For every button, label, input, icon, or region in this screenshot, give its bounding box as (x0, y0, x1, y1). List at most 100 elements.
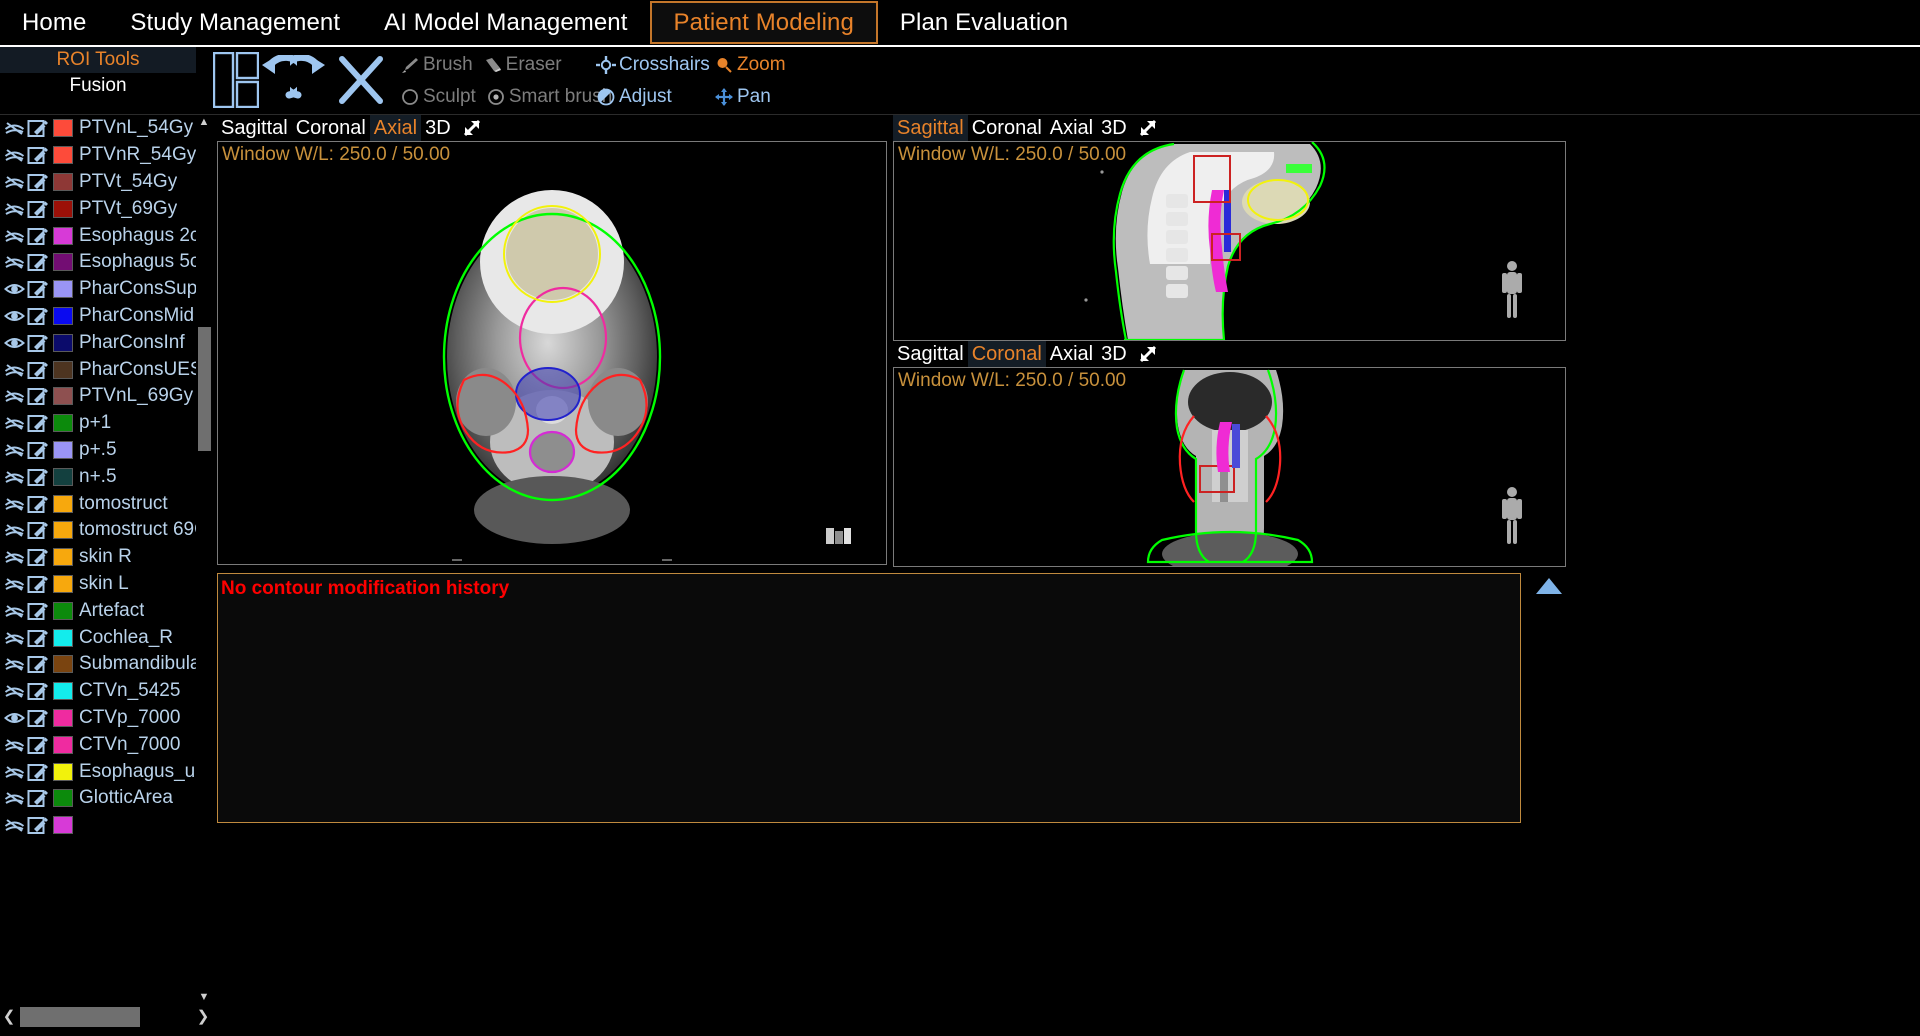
roi-list[interactable]: PTVnL_54Gy PTVnR_54Gy PTVt_54Gy PTVt_69Gy Es… (0, 115, 196, 1005)
coronal-tab-axial[interactable]: Axial (1046, 341, 1097, 367)
edit-pencil-icon[interactable] (27, 226, 49, 246)
roi-list-item[interactable]: Cochlea_R (0, 624, 196, 651)
eye-hidden-icon[interactable] (4, 495, 25, 513)
eye-hidden-icon[interactable] (4, 253, 25, 271)
eye-hidden-icon[interactable] (4, 521, 25, 539)
edit-pencil-icon[interactable] (27, 788, 49, 808)
roi-color-swatch[interactable] (53, 280, 73, 299)
eye-hidden-icon[interactable] (4, 602, 25, 620)
roi-color-swatch[interactable] (53, 146, 73, 165)
close-x-icon[interactable] (337, 55, 385, 110)
eye-hidden-icon[interactable] (4, 441, 25, 459)
eye-hidden-icon[interactable] (4, 789, 25, 807)
tab-roi-tools[interactable]: ROI Tools (0, 47, 196, 73)
tool-brush[interactable]: Brush (400, 54, 473, 76)
expand-arrows-icon[interactable] (1137, 343, 1159, 365)
tool-adjust[interactable]: Adjust (596, 86, 672, 108)
axial-tab-axial[interactable]: Axial (369, 115, 422, 141)
roi-list-item[interactable]: PTVt_54Gy (0, 169, 196, 196)
roi-list-item[interactable]: PTVnL_69Gy (0, 383, 196, 410)
edit-pencil-icon[interactable] (27, 815, 49, 835)
edit-pencil-icon[interactable] (27, 279, 49, 299)
roi-color-swatch[interactable] (53, 521, 73, 540)
edit-pencil-icon[interactable] (27, 547, 49, 567)
edit-pencil-icon[interactable] (27, 708, 49, 728)
roi-list-item[interactable]: CTVn_5425 (0, 678, 196, 705)
roi-list-item[interactable]: GlotticArea (0, 785, 196, 812)
eye-hidden-icon[interactable] (4, 736, 25, 754)
roi-color-swatch[interactable] (53, 119, 73, 138)
eye-hidden-icon[interactable] (4, 200, 25, 218)
roi-color-swatch[interactable] (53, 253, 73, 272)
eye-hidden-icon[interactable] (4, 361, 25, 379)
roi-list-item[interactable]: CTVp_7000 (0, 705, 196, 732)
roi-color-swatch[interactable] (53, 762, 73, 781)
roi-list-item[interactable]: PTVnL_54Gy (0, 115, 196, 142)
roi-color-swatch[interactable] (53, 199, 73, 218)
edit-pencil-icon[interactable] (27, 199, 49, 219)
roi-list-item[interactable] (0, 812, 196, 839)
tool-eraser[interactable]: Eraser (483, 54, 562, 76)
roi-color-swatch[interactable] (53, 574, 73, 593)
roi-color-swatch[interactable] (53, 789, 73, 808)
axial-tab-3d[interactable]: 3D (421, 115, 455, 141)
sagittal-tab-sagittal[interactable]: Sagittal (893, 115, 968, 141)
eye-hidden-icon[interactable] (4, 414, 25, 432)
roi-color-swatch[interactable] (53, 708, 73, 727)
sagittal-tab-coronal[interactable]: Coronal (968, 115, 1046, 141)
edit-pencil-icon[interactable] (27, 735, 49, 755)
roi-list-item[interactable]: p+.5 (0, 437, 196, 464)
eye-hidden-icon[interactable] (4, 763, 25, 781)
edit-pencil-icon[interactable] (27, 440, 49, 460)
tool-zoom[interactable]: Zoom (714, 54, 786, 76)
eye-hidden-icon[interactable] (4, 575, 25, 593)
roi-list-item[interactable]: PharConsUES (0, 356, 196, 383)
edit-pencil-icon[interactable] (27, 681, 49, 701)
axial-image-canvas[interactable]: Window W/L: 250.0 / 50.00 (217, 141, 887, 565)
triangle-up-icon[interactable] (1535, 575, 1563, 597)
edit-pencil-icon[interactable] (27, 118, 49, 138)
roi-list-item[interactable]: tomostruct 69Gy (0, 517, 196, 544)
roi-list-item[interactable]: PTVt_69Gy (0, 195, 196, 222)
roi-list-item[interactable]: PharConsSup (0, 276, 196, 303)
roi-color-swatch[interactable] (53, 306, 73, 325)
eye-hidden-icon[interactable] (4, 655, 25, 673)
tool-sculpt[interactable]: Sculpt (400, 86, 476, 108)
roi-list-item[interactable]: PharConsInf (0, 329, 196, 356)
coronal-image-canvas[interactable]: Window W/L: 250.0 / 50.00 (893, 367, 1566, 567)
roi-list-item[interactable]: skin L (0, 571, 196, 598)
roi-color-swatch[interactable] (53, 333, 73, 352)
nav-item-patient-modeling[interactable]: Patient Modeling (649, 1, 878, 44)
axial-tab-sagittal[interactable]: Sagittal (217, 115, 292, 141)
chevron-left-icon[interactable]: ❮ (0, 1005, 18, 1029)
sagittal-tab-3d[interactable]: 3D (1097, 115, 1131, 141)
roi-list-item[interactable]: Esophagus 2cm (0, 222, 196, 249)
edit-pencil-icon[interactable] (27, 360, 49, 380)
roi-color-swatch[interactable] (53, 816, 73, 835)
roi-list-item[interactable]: Esophagus 5cm (0, 249, 196, 276)
roi-color-swatch[interactable] (53, 467, 73, 486)
scrollbar-track[interactable] (196, 130, 212, 990)
eye-hidden-icon[interactable] (4, 468, 25, 486)
chevron-right-icon[interactable]: ❯ (194, 1005, 212, 1029)
edit-pencil-icon[interactable] (27, 306, 49, 326)
eye-visible-icon[interactable] (3, 709, 26, 727)
eye-hidden-icon[interactable] (4, 816, 25, 834)
sagittal-image-canvas[interactable]: Window W/L: 250.0 / 50.00 (893, 141, 1566, 341)
redo-icon[interactable] (279, 53, 342, 110)
roi-list-item[interactable]: PharConsMid (0, 303, 196, 330)
coronal-tab-3d[interactable]: 3D (1097, 341, 1131, 367)
eye-hidden-icon[interactable] (4, 629, 25, 647)
eye-hidden-icon[interactable] (4, 119, 25, 137)
tab-fusion[interactable]: Fusion (0, 73, 196, 99)
roi-list-item[interactable]: Submandibular_L (0, 651, 196, 678)
expand-arrows-icon[interactable] (1137, 117, 1159, 139)
roi-list-item[interactable]: p+1 (0, 410, 196, 437)
scrollbar-thumb-horizontal[interactable] (20, 1007, 140, 1027)
roi-list-item[interactable]: Esophagus_uppe (0, 758, 196, 785)
roi-list-item[interactable]: tomostruct (0, 490, 196, 517)
roi-list-item[interactable]: Artefact (0, 597, 196, 624)
edit-pencil-icon[interactable] (27, 252, 49, 272)
coronal-tab-sagittal[interactable]: Sagittal (893, 341, 968, 367)
nav-item-plan-evaluation[interactable]: Plan Evaluation (878, 0, 1090, 45)
